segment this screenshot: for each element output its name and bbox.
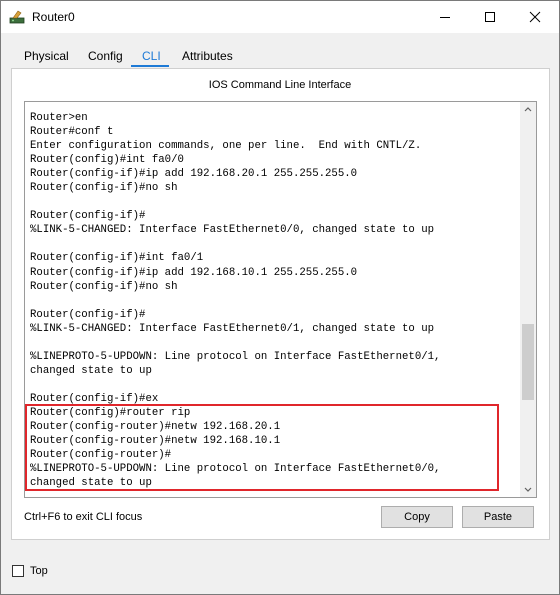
tab-attributes[interactable]: Attributes — [182, 49, 233, 63]
top-checkbox[interactable] — [12, 565, 24, 577]
terminal-line: Router#conf t — [30, 126, 114, 139]
tab-physical[interactable]: Physical — [24, 49, 69, 63]
tab-config[interactable]: Config — [88, 49, 123, 63]
terminal-line: Router(config-if)# — [30, 308, 146, 321]
active-tab-indicator — [131, 65, 169, 67]
terminal-line: Router(config-if)#ip add 192.168.20.1 25… — [30, 168, 358, 181]
title-bar[interactable]: Router0 — [1, 1, 559, 33]
terminal-line: Router(config-if)#no sh — [30, 182, 178, 195]
close-button[interactable] — [512, 1, 557, 33]
terminal-line: Router(config-if)# — [30, 210, 146, 223]
terminal-scrollbar[interactable] — [520, 102, 536, 497]
terminal-line: Router(config-if)#int fa0/1 — [30, 252, 204, 265]
maximize-icon — [484, 12, 495, 22]
terminal-line: %LINK-5-CHANGED: Interface FastEthernet0… — [30, 224, 435, 237]
window-title: Router0 — [32, 10, 75, 24]
scroll-thumb[interactable] — [522, 324, 534, 400]
scroll-up-button[interactable] — [520, 102, 536, 116]
chevron-up-icon — [524, 107, 532, 112]
terminal-line: changed state to up — [30, 364, 152, 377]
terminal-line: %LINK-5-CHANGED: Interface FastEthernet0… — [30, 322, 435, 335]
tab-strip: Physical Config CLI Attributes — [1, 33, 559, 73]
terminal-line: Router(config-if)#ip add 192.168.10.1 25… — [30, 266, 358, 279]
terminal-line: Enter configuration commands, one per li… — [30, 140, 422, 153]
copy-button[interactable]: Copy — [381, 506, 453, 528]
maximize-button[interactable] — [467, 1, 512, 33]
scroll-down-button[interactable] — [520, 483, 536, 497]
chevron-down-icon — [524, 487, 532, 492]
terminal-line: Router(config-if)#no sh — [30, 280, 178, 293]
tab-cli[interactable]: CLI — [142, 49, 161, 63]
router-window: Router0 Physical Config CLI Attributes I… — [0, 0, 560, 595]
router-icon — [9, 10, 25, 24]
panel-title: IOS Command Line Interface — [208, 79, 352, 91]
terminal-line: %LINEPROTO-5-UPDOWN: Line protocol on In… — [30, 350, 441, 363]
terminal-line: Router>en — [30, 112, 88, 124]
terminal-line: Router(config)#int fa0/0 — [30, 154, 184, 167]
minimize-button[interactable] — [422, 1, 467, 33]
top-label: Top — [30, 565, 48, 577]
minimize-icon — [439, 17, 450, 18]
highlight-box — [25, 404, 499, 491]
paste-button[interactable]: Paste — [462, 506, 534, 528]
cli-focus-hint: Ctrl+F6 to exit CLI focus — [24, 511, 143, 523]
close-icon — [529, 11, 540, 23]
